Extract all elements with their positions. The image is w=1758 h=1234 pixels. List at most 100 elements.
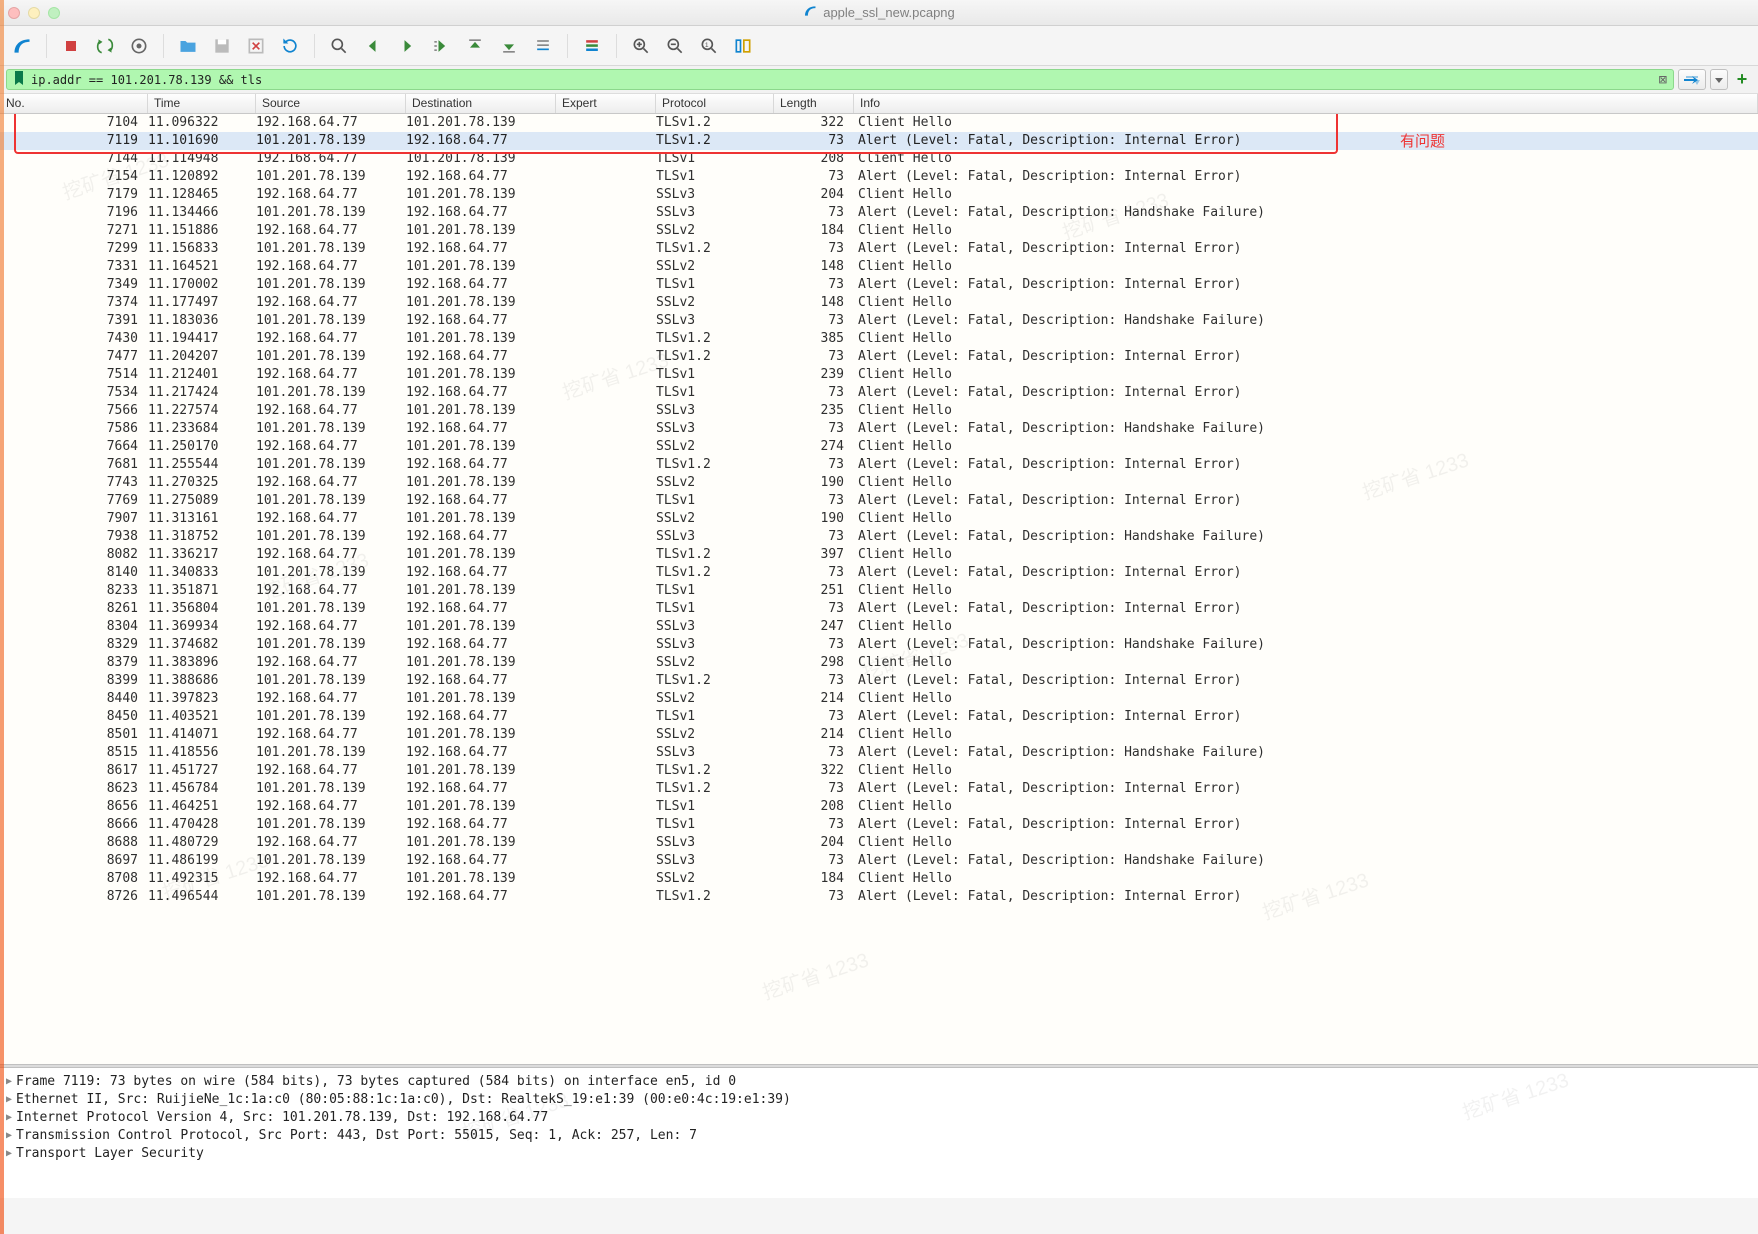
expand-icon[interactable]: ▶ [2,1112,16,1123]
packet-row[interactable]: 814011.340833101.201.78.139192.168.64.77… [0,564,1758,582]
go-last-button[interactable] [495,32,523,60]
go-forward-button[interactable] [393,32,421,60]
open-file-button[interactable] [174,32,202,60]
find-packet-button[interactable] [325,32,353,60]
packet-row[interactable]: 808211.336217192.168.64.77101.201.78.139… [0,546,1758,564]
packet-row[interactable]: 865611.464251192.168.64.77101.201.78.139… [0,798,1758,816]
zoom-reset-button[interactable]: 1 [695,32,723,60]
column-length[interactable]: Length [774,94,854,113]
window-close-button[interactable] [8,7,20,19]
zoom-out-button[interactable] [661,32,689,60]
save-file-button[interactable] [208,32,236,60]
filter-apply-button[interactable] [1678,69,1706,90]
zoom-in-button[interactable] [627,32,655,60]
start-capture-button[interactable] [57,32,85,60]
packet-row[interactable]: 739111.183036101.201.78.139192.168.64.77… [0,312,1758,330]
window-minimize-button[interactable] [28,7,40,19]
packet-row[interactable]: 823311.351871192.168.64.77101.201.78.139… [0,582,1758,600]
filter-clear-icon[interactable]: ⊠ [1659,72,1667,88]
packet-row[interactable]: 870811.492315192.168.64.77101.201.78.139… [0,870,1758,888]
packet-row[interactable]: 743011.194417192.168.64.77101.201.78.139… [0,330,1758,348]
packet-row[interactable]: 737411.177497192.168.64.77101.201.78.139… [0,294,1758,312]
go-first-button[interactable] [461,32,489,60]
packet-row[interactable]: 861711.451727192.168.64.77101.201.78.139… [0,762,1758,780]
expand-icon[interactable]: ▶ [2,1130,16,1141]
packet-row[interactable]: 862311.456784101.201.78.139192.168.64.77… [0,780,1758,798]
colorize-button[interactable] [578,32,606,60]
packet-row[interactable]: 729911.156833101.201.78.139192.168.64.77… [0,240,1758,258]
packet-row[interactable]: 776911.275089101.201.78.139192.168.64.77… [0,492,1758,510]
packet-row[interactable]: 727111.151886192.168.64.77101.201.78.139… [0,222,1758,240]
packet-row[interactable]: 868811.480729192.168.64.77101.201.78.139… [0,834,1758,852]
packet-row[interactable]: 850111.414071192.168.64.77101.201.78.139… [0,726,1758,744]
packet-row[interactable]: 756611.227574192.168.64.77101.201.78.139… [0,402,1758,420]
packet-list-header: No. Time Source Destination Expert Proto… [0,94,1758,114]
auto-scroll-button[interactable] [529,32,557,60]
detail-tcp[interactable]: ▶Transmission Control Protocol, Src Port… [2,1126,1756,1144]
packet-row[interactable]: 851511.418556101.201.78.139192.168.64.77… [0,744,1758,762]
window-titlebar: apple_ssl_new.pcapng [0,0,1758,26]
packet-row[interactable]: 734911.170002101.201.78.139192.168.64.77… [0,276,1758,294]
packet-row[interactable]: 714411.114948192.168.64.77101.201.78.139… [0,150,1758,168]
display-filter-bar: ip.addr == 101.201.78.139 && tls ⊠ + [0,66,1758,94]
expand-icon[interactable]: ▶ [2,1094,16,1105]
window-title: apple_ssl_new.pcapng [823,5,955,20]
restart-capture-button[interactable] [91,32,119,60]
column-source[interactable]: Source [256,94,406,113]
packet-row[interactable]: 766411.250170192.168.64.77101.201.78.139… [0,438,1758,456]
reload-button[interactable] [276,32,304,60]
packet-row[interactable]: 832911.374682101.201.78.139192.168.64.77… [0,636,1758,654]
packet-row[interactable]: 844011.397823192.168.64.77101.201.78.139… [0,690,1758,708]
packet-row[interactable]: 710411.096322192.168.64.77101.201.78.139… [0,114,1758,132]
expand-icon[interactable]: ▶ [2,1076,16,1087]
packet-list[interactable]: 710411.096322192.168.64.77101.201.78.139… [0,114,1758,1064]
packet-row[interactable]: 717911.128465192.168.64.77101.201.78.139… [0,186,1758,204]
go-back-button[interactable] [359,32,387,60]
packet-row[interactable]: 866611.470428101.201.78.139192.168.64.77… [0,816,1758,834]
packet-row[interactable]: 793811.318752101.201.78.139192.168.64.77… [0,528,1758,546]
packet-row[interactable]: 790711.313161192.168.64.77101.201.78.139… [0,510,1758,528]
packet-row[interactable]: 758611.233684101.201.78.139192.168.64.77… [0,420,1758,438]
detail-frame[interactable]: ▶Frame 7119: 73 bytes on wire (584 bits)… [2,1072,1756,1090]
packet-row[interactable]: 774311.270325192.168.64.77101.201.78.139… [0,474,1758,492]
column-protocol[interactable]: Protocol [656,94,774,113]
packet-row[interactable]: 830411.369934192.168.64.77101.201.78.139… [0,618,1758,636]
svg-text:1: 1 [705,41,709,48]
column-expert[interactable]: Expert [556,94,656,113]
column-no[interactable]: No. [0,94,148,113]
packet-row[interactable]: 753411.217424101.201.78.139192.168.64.77… [0,384,1758,402]
display-filter-input[interactable]: ip.addr == 101.201.78.139 && tls ⊠ [6,69,1674,90]
filter-history-button[interactable] [1710,69,1728,90]
packet-row[interactable]: 715411.120892101.201.78.139192.168.64.77… [0,168,1758,186]
packet-details-pane[interactable]: ▶Frame 7119: 73 bytes on wire (584 bits)… [0,1068,1758,1198]
filter-add-button[interactable]: + [1732,69,1752,90]
packet-row[interactable]: 837911.383896192.168.64.77101.201.78.139… [0,654,1758,672]
column-destination[interactable]: Destination [406,94,556,113]
resize-columns-button[interactable] [729,32,757,60]
packet-row[interactable]: 826111.356804101.201.78.139192.168.64.77… [0,600,1758,618]
packet-row[interactable]: 751411.212401192.168.64.77101.201.78.139… [0,366,1758,384]
packet-row[interactable]: 872611.496544101.201.78.139192.168.64.77… [0,888,1758,906]
column-info[interactable]: Info [854,94,1758,113]
packet-row[interactable]: 839911.388686101.201.78.139192.168.64.77… [0,672,1758,690]
filter-expression-text: ip.addr == 101.201.78.139 && tls [31,73,262,87]
filter-bookmark-icon[interactable] [13,71,25,88]
packet-row[interactable]: 747711.204207101.201.78.139192.168.64.77… [0,348,1758,366]
packet-row[interactable]: 869711.486199101.201.78.139192.168.64.77… [0,852,1758,870]
main-toolbar: 1 [0,26,1758,66]
packet-row[interactable]: 711911.101690101.201.78.139192.168.64.77… [0,132,1758,150]
go-to-packet-button[interactable] [427,32,455,60]
capture-options-button[interactable] [125,32,153,60]
wireshark-logo-icon[interactable] [8,32,36,60]
window-zoom-button[interactable] [48,7,60,19]
close-file-button[interactable] [242,32,270,60]
detail-ip[interactable]: ▶Internet Protocol Version 4, Src: 101.2… [2,1108,1756,1126]
packet-row[interactable]: 733111.164521192.168.64.77101.201.78.139… [0,258,1758,276]
packet-row[interactable]: 768111.255544101.201.78.139192.168.64.77… [0,456,1758,474]
detail-tls[interactable]: ▶Transport Layer Security [2,1144,1756,1162]
expand-icon[interactable]: ▶ [2,1148,16,1159]
detail-ethernet[interactable]: ▶Ethernet II, Src: RuijieNe_1c:1a:c0 (80… [2,1090,1756,1108]
column-time[interactable]: Time [148,94,256,113]
packet-row[interactable]: 845011.403521101.201.78.139192.168.64.77… [0,708,1758,726]
packet-row[interactable]: 719611.134466101.201.78.139192.168.64.77… [0,204,1758,222]
